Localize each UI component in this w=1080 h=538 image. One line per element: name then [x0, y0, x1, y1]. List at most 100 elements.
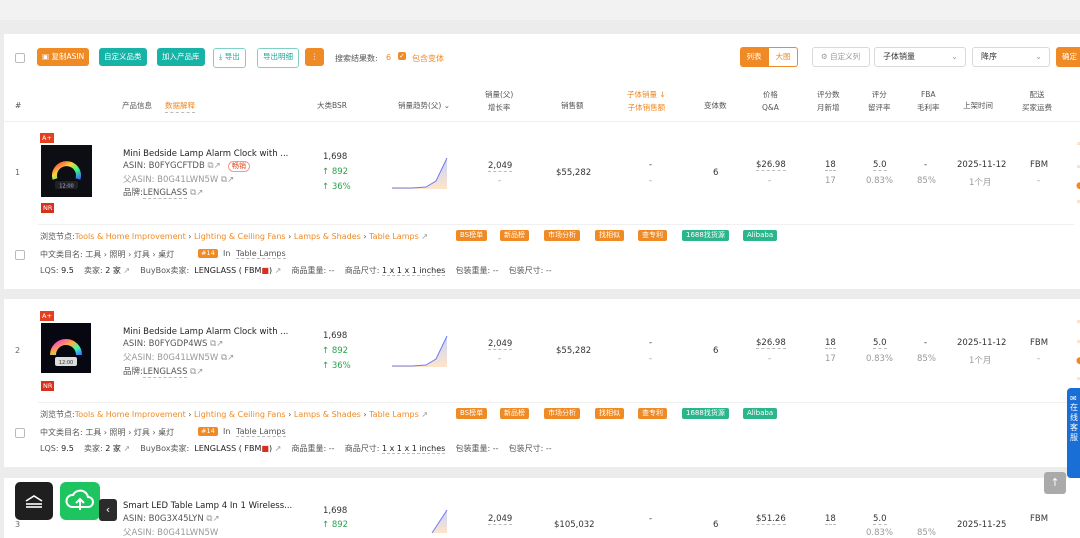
sales-trend-sparkline[interactable] [392, 333, 448, 369]
custom-product-button[interactable]: 自定义品类 [99, 48, 147, 66]
new-list-tag[interactable]: 新品榜 [500, 230, 529, 241]
col-fba[interactable]: FBA 毛利率 [917, 88, 940, 114]
browse-node-link[interactable]: Tools & Home Improvement [75, 410, 186, 419]
external-link-icon[interactable]: ↗ [212, 514, 219, 524]
product-image[interactable]: 12:00 [41, 323, 91, 373]
market-analysis-tag[interactable]: 市场分析 [544, 408, 580, 419]
collapse-toggle[interactable]: ‹ [99, 499, 117, 521]
external-link-icon[interactable]: ↗ [196, 367, 203, 377]
rank-category-link[interactable]: Table Lamps [236, 427, 286, 437]
cloud-upload-button[interactable] [60, 482, 100, 520]
brand-value[interactable]: LENGLASS [142, 367, 188, 378]
find-similar-tag[interactable]: 找相似 [595, 408, 624, 419]
browse-node-link[interactable]: Table Lamps [369, 232, 419, 241]
asin-value[interactable]: B0G3X45LYN [149, 514, 204, 524]
row-action-icon[interactable]: ◦ [1076, 375, 1080, 385]
add-library-button[interactable]: 加入产品库 [157, 48, 205, 66]
sort-field-value: 子体销量 [883, 52, 915, 61]
external-link-icon[interactable]: ↗ [196, 188, 203, 198]
source-1688-tag[interactable]: 1688找货源 [682, 230, 729, 241]
col-bsr[interactable]: 大类BSR [317, 99, 347, 112]
find-similar-tag[interactable]: 找相似 [595, 230, 624, 241]
product-title-link[interactable]: Mini Bedside Lamp Alarm Clock with ... [123, 149, 288, 159]
bs-list-tag[interactable]: BS榜单 [456, 230, 488, 241]
row-action-icon[interactable]: ● [1076, 356, 1080, 366]
external-link-icon[interactable]: ↗ [227, 353, 234, 363]
alibaba-tag[interactable]: Alibaba [743, 408, 778, 419]
parent-asin-value[interactable]: B0G41LWN5W [157, 175, 218, 185]
asin-value[interactable]: B0FYGCFTDB [149, 161, 205, 171]
sort-order-select[interactable]: 降序 ⌄ [972, 47, 1050, 67]
external-link-icon[interactable]: ↗ [421, 410, 428, 419]
row-action-icon[interactable]: ◦ [1076, 140, 1080, 150]
sort-field-select[interactable]: 子体销量 ⌄ [874, 47, 966, 67]
layer-menu-button[interactable] [15, 482, 53, 520]
external-link-icon[interactable]: ↗ [275, 266, 282, 275]
col-qa-label: Q&A [762, 103, 779, 112]
browse-node-label: 浏览节点: [40, 232, 75, 241]
custom-columns-button[interactable]: ⚙ 自定义列 [812, 47, 870, 67]
view-grid-toggle[interactable]: 大图 [768, 47, 798, 67]
row-action-icon[interactable]: ◦ [1076, 318, 1080, 328]
external-link-icon[interactable]: ↗ [421, 232, 428, 241]
col-revenue[interactable]: 销售额 [561, 99, 584, 112]
view-list-toggle[interactable]: 列表 [740, 47, 768, 67]
external-link-icon[interactable]: ↗ [227, 175, 234, 185]
include-variants-checkbox[interactable]: ✓ [398, 52, 406, 60]
row-action-icon[interactable]: ◦ [1076, 198, 1080, 208]
brand-value[interactable]: LENGLASS [142, 188, 188, 199]
product-title-link[interactable]: Mini Bedside Lamp Alarm Clock with ... [123, 327, 288, 337]
col-price[interactable]: 价格 Q&A [762, 88, 779, 114]
check-patent-tag[interactable]: 查专利 [638, 230, 667, 241]
browse-node-link[interactable]: Lighting & Ceiling Fans [194, 410, 286, 419]
row-action-icon[interactable]: ◦ [1076, 163, 1080, 173]
copy-asin-button[interactable]: ▣ 复制ASIN [37, 48, 90, 66]
external-link-icon[interactable]: ↗ [275, 444, 282, 453]
parent-asin-value[interactable]: B0G41LWN5W [157, 353, 218, 363]
export-button[interactable]: ⤓ 导出 [213, 48, 246, 68]
col-launch[interactable]: 上架时间 [963, 99, 993, 112]
asin-value[interactable]: B0FYGDP4WS [149, 339, 208, 349]
col-rating[interactable]: 评分 留评率 [868, 88, 891, 114]
external-link-icon[interactable]: ↗ [123, 266, 130, 275]
col-trend[interactable]: 销量趋势(父) ⌄ [398, 99, 450, 112]
sales-trend-sparkline[interactable] [392, 155, 448, 191]
row-action-icon[interactable]: ◦ [1076, 338, 1080, 348]
back-to-top-button[interactable]: ↑ [1044, 472, 1066, 494]
online-service-panel[interactable]: ✉ 在线客服 [1067, 388, 1080, 478]
rank-category-link[interactable]: Table Lamps [236, 249, 286, 259]
col-child-sales[interactable]: 子体销量 ↓ 子体销售额 [627, 88, 666, 114]
bs-list-tag[interactable]: BS榜单 [456, 408, 488, 419]
check-patent-tag[interactable]: 查专利 [638, 408, 667, 419]
browse-node-link[interactable]: Tools & Home Improvement [75, 232, 186, 241]
col-sales[interactable]: 销量(父) 增长率 [485, 88, 513, 114]
export-detail-button[interactable]: 导出明细 [257, 48, 299, 68]
col-reviews[interactable]: 评分数 月新增 [817, 88, 840, 114]
row-checkbox[interactable] [15, 428, 25, 438]
a-plus-badge: A+ [40, 133, 54, 143]
confirm-button[interactable]: 确定 [1056, 47, 1080, 67]
col-delivery[interactable]: 配送 买家运费 [1022, 88, 1052, 114]
external-link-icon[interactable]: ↗ [216, 339, 223, 349]
browse-node-link[interactable]: Lamps & Shades [294, 232, 361, 241]
sellers-value: 2 家 [105, 444, 121, 453]
row-action-icon[interactable]: ● [1076, 181, 1080, 191]
browse-node-link[interactable]: Lamps & Shades [294, 410, 361, 419]
source-1688-tag[interactable]: 1688找货源 [682, 408, 729, 419]
alibaba-tag[interactable]: Alibaba [743, 230, 778, 241]
product-image[interactable]: 12:00 [41, 145, 92, 197]
product-title-link[interactable]: Smart LED Table Lamp 4 In 1 Wireless... [123, 501, 292, 511]
browse-node-link[interactable]: Lighting & Ceiling Fans [194, 232, 286, 241]
browse-node-link[interactable]: Table Lamps [369, 410, 419, 419]
external-link-icon[interactable]: ↗ [123, 444, 130, 453]
data-explain-link[interactable]: 数据解释 [165, 99, 195, 113]
parent-asin-value[interactable]: B0G41LWN5W [157, 528, 218, 538]
external-link-icon[interactable]: ↗ [214, 161, 221, 171]
new-list-tag[interactable]: 新品榜 [500, 408, 529, 419]
col-variants[interactable]: 变体数 [704, 99, 727, 112]
market-analysis-tag[interactable]: 市场分析 [544, 230, 580, 241]
row-checkbox[interactable] [15, 250, 25, 260]
select-all-checkbox[interactable] [15, 53, 25, 63]
sales-trend-sparkline[interactable] [392, 505, 448, 533]
more-options-button[interactable]: ⋮ [305, 48, 324, 66]
